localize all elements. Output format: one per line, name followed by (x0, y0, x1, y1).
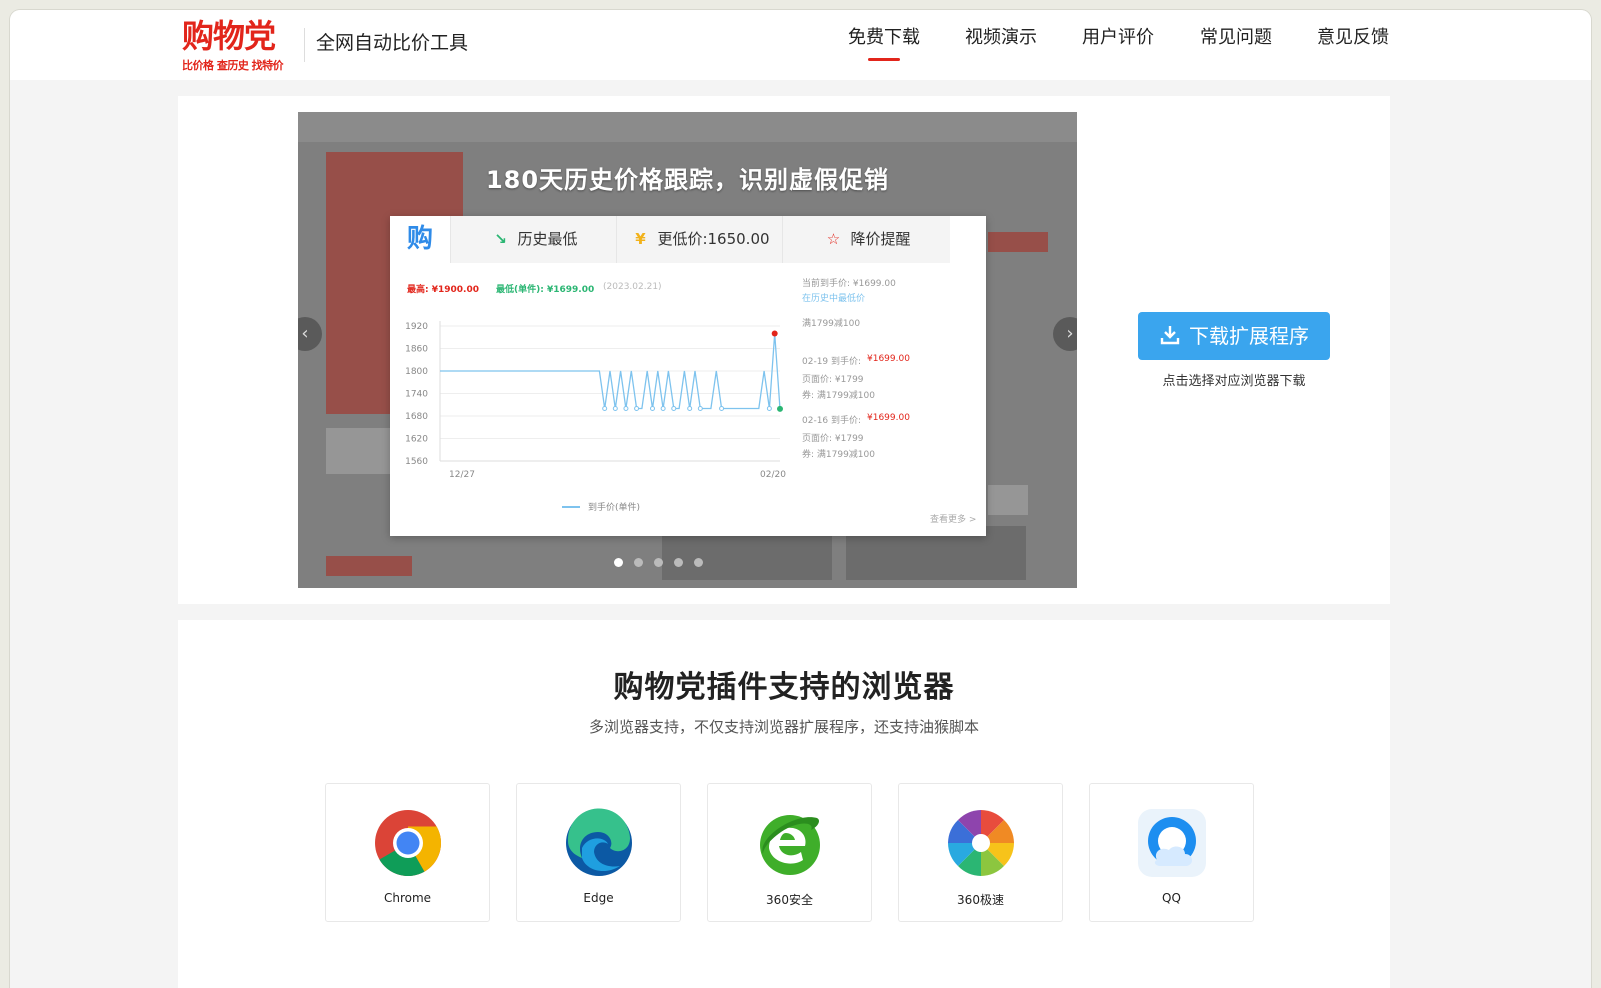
entry1-price: ¥1699.00 (867, 354, 910, 364)
download-extension-button[interactable]: 下载扩展程序 (1138, 312, 1330, 360)
browser-card-chrome[interactable]: Chrome (325, 783, 490, 922)
price-history-chart: 1920 1860 1800 1740 1680 1620 1560 12/27 02/20 到手… (405, 321, 786, 513)
supported-browsers-section: 购物党插件支持的浏览器 多浏览器支持，不仅支持浏览器扩展程序，还支持油猴脚本 C… (178, 620, 1390, 988)
entry2-date: 02-16 到手价: (802, 416, 862, 426)
browser-name-chrome: Chrome (383, 891, 432, 905)
nav-feedback[interactable]: 意见反馈 (1317, 26, 1389, 50)
browser-name-qq: QQ (1162, 891, 1181, 905)
chart-point (623, 406, 629, 411)
chart-point (650, 406, 655, 411)
chart-y-tick-label: 1800 (405, 367, 428, 377)
tab-lower-price-label: 更低价:1650.00 (657, 230, 770, 248)
tab-price-alert-label: 降价提醒 (850, 230, 911, 248)
browsers-title: 购物党插件支持的浏览器 (613, 670, 955, 705)
browser-card-edge[interactable]: Edge (516, 783, 681, 922)
entry1-face-price: 页面价: ¥1799 (802, 375, 864, 385)
chart-point (719, 406, 725, 411)
chart-legend-label: 到手价(单件) (588, 501, 640, 513)
tab-price-alert[interactable]: ☆ 降价提醒 (782, 216, 950, 263)
tab-history-low-label: 历史最低 (517, 230, 578, 248)
browser-name-360-speed: 360极速 (957, 893, 1004, 907)
nav-download[interactable]: 免费下载 (848, 26, 920, 50)
browser-name-edge: Edge (583, 891, 614, 905)
carousel-dot-1[interactable] (614, 558, 623, 567)
chart-point (660, 406, 666, 411)
chart-x-tick-label: 02/20 (760, 470, 786, 480)
min-price-label: 最低(单件): ¥1699.00 (496, 285, 595, 295)
entry1-coupon: 券: 满1799减100 (802, 391, 875, 401)
browsers-subtitle: 多浏览器支持，不仅支持浏览器扩展程序，还支持油猴脚本 (588, 718, 979, 736)
entry1-date: 02-19 到手价: (802, 357, 862, 367)
tab-lower-price[interactable]: ¥ 更低价:1650.00 (616, 216, 782, 263)
chart-y-tick-label: 1560 (405, 457, 428, 467)
chart-point (766, 406, 772, 411)
price-history-popup: 购 ↘ 历史最低 ¥ 更低价:1650.00 ☆ 降价提醒 最高: ¥1900.00 … (390, 216, 986, 536)
download-icon (1160, 326, 1180, 345)
entry2-face-price: 页面价: ¥1799 (802, 434, 864, 444)
chevron-right-icon: › (1066, 323, 1074, 344)
nav-user-reviews[interactable]: 用户评价 (1082, 26, 1154, 50)
360-speed-icon (948, 810, 1014, 876)
min-price-date: (2023.02.21) (603, 282, 662, 292)
browser-card-360-speed[interactable]: 360极速 (898, 783, 1063, 922)
trend-down-icon: ↘ (494, 230, 507, 248)
chart-point (671, 406, 677, 411)
popup-logo: 购 (390, 216, 450, 263)
chart-y-tick-label: 1740 (405, 390, 428, 400)
star-icon: ☆ (826, 230, 841, 248)
browser-window: 购物党 比价格 查历史 找特价 全网自动比价工具 免费下载 视频演示 用户评价 … (10, 10, 1591, 988)
chevron-left-icon: ‹ (301, 323, 309, 344)
history-low-note: 在历史中最低价 (802, 294, 866, 304)
chart-y-tick-label: 1620 (405, 435, 428, 445)
nav-video-demo[interactable]: 视频演示 (965, 26, 1037, 50)
qq-browser-icon (1138, 809, 1206, 877)
carousel-headline: 180天历史价格跟踪，识别虚假促销 (485, 166, 890, 194)
browser-card-360-safe[interactable]: 360安全 (707, 783, 872, 922)
carousel-dots (614, 558, 724, 570)
coupon-note: 满1799减100 (802, 319, 861, 329)
chart-point (687, 406, 693, 411)
chart-y-tick-label: 1680 (405, 412, 428, 422)
browser-card-qq[interactable]: QQ (1089, 783, 1254, 922)
download-button-label: 下载扩展程序 (1189, 324, 1309, 348)
download-tip: 点击选择对应浏览器下载 (1162, 374, 1306, 389)
chart-min-point (777, 405, 783, 412)
entry2-price: ¥1699.00 (867, 413, 910, 423)
chart-y-tick-label: 1860 (405, 345, 428, 355)
chart-point (602, 406, 608, 411)
chart-point (697, 406, 703, 411)
hero-panel: 180天历史价格跟踪，识别虚假促销 购 ↘ 历史最低 ¥ 更低价:1650.00 ☆… (178, 96, 1390, 604)
nav-faq[interactable]: 常见问题 (1200, 26, 1272, 50)
tab-history-low[interactable]: ↘ 历史最低 (450, 216, 616, 263)
chart-y-tick-label: 1920 (405, 322, 428, 332)
chart-point (612, 406, 618, 411)
chart-max-point (771, 330, 778, 337)
top-header: 购物党 比价格 查历史 找特价 全网自动比价工具 免费下载 视频演示 用户评价 … (10, 10, 1591, 80)
chart-x-tick-label: 12/27 (449, 470, 475, 480)
carousel-dot-3[interactable] (654, 558, 663, 567)
feature-carousel[interactable]: 180天历史价格跟踪，识别虚假促销 购 ↘ 历史最低 ¥ 更低价:1650.00 ☆… (298, 112, 1077, 588)
chrome-icon (375, 810, 442, 877)
chart-point (634, 406, 640, 411)
main-nav: 免费下载 视频演示 用户评价 常见问题 意见反馈 (10, 26, 1591, 66)
current-price: 当前到手价: ¥1699.00 (802, 279, 896, 289)
max-price-label: 最高: ¥1900.00 (407, 285, 479, 295)
popup-tabs: 购 ↘ 历史最低 ¥ 更低价:1650.00 ☆ 降价提醒 (390, 216, 950, 263)
carousel-dot-4[interactable] (674, 558, 683, 567)
view-more-link[interactable]: 查看更多 > (930, 512, 976, 525)
entry2-coupon: 券: 满1799减100 (802, 450, 875, 460)
coin-icon: ¥ (635, 230, 646, 248)
carousel-dot-5[interactable] (694, 558, 703, 567)
360-safe-icon (760, 815, 820, 875)
edge-icon (566, 808, 632, 876)
browser-name-360-safe: 360安全 (766, 893, 813, 907)
carousel-dot-2[interactable] (634, 558, 643, 567)
